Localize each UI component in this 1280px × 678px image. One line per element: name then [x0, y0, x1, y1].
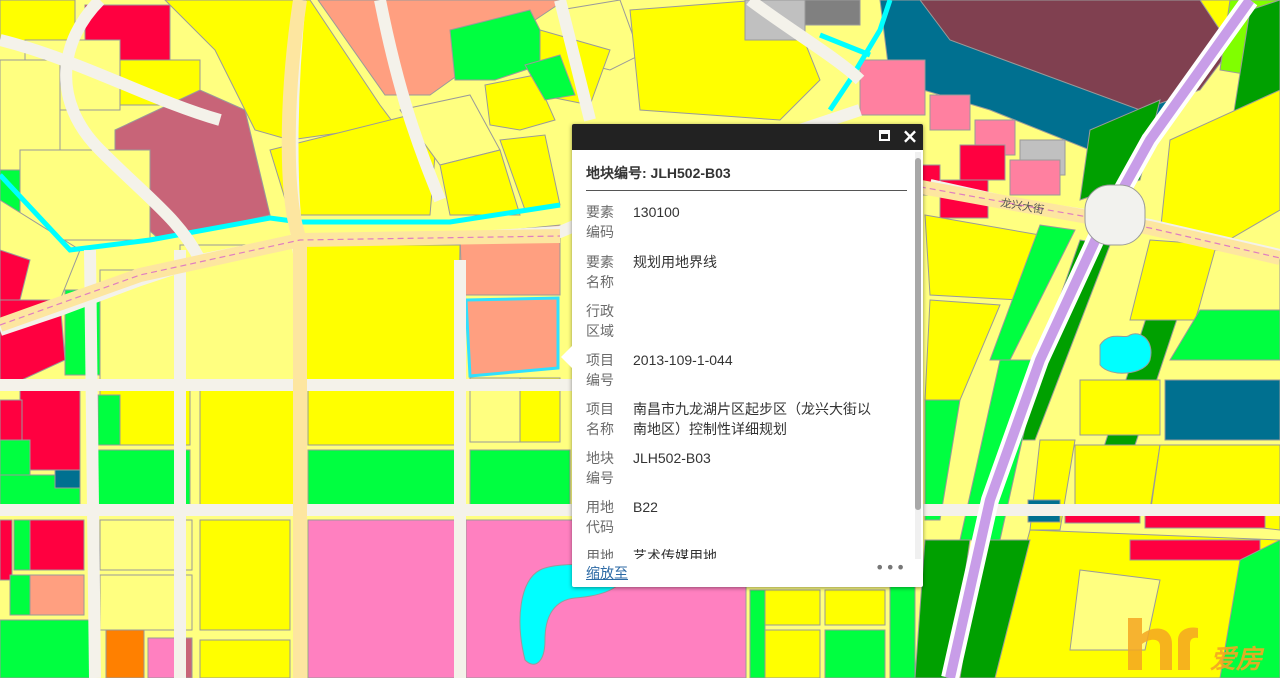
attribute-key: 要素名称 [586, 254, 614, 290]
popup-scrollbar[interactable] [915, 152, 921, 559]
popup-title: 地块编号: JLH502-B03 [586, 163, 907, 191]
attribute-value: B22 [633, 499, 658, 515]
close-icon[interactable]: × [900, 125, 920, 147]
attribute-value: 2013-109-1-044 [633, 352, 733, 368]
zoom-to-link[interactable]: 缩放至 [586, 563, 628, 583]
interchange [1084, 184, 1146, 246]
scrollbar-thumb[interactable] [915, 158, 921, 510]
maximize-icon[interactable] [879, 130, 890, 141]
popup-titlebar: × [572, 124, 923, 150]
attribute-value: 规划用地界线 [633, 254, 717, 270]
attribute-key: 项目名称 [586, 401, 614, 437]
attribute-key: 地块编号 [586, 450, 614, 486]
attribute-value: 南昌市九龙湖片区起步区（龙兴大街以南地区）控制性详细规划 [633, 401, 871, 437]
watermark-logo: 爱房 [1128, 618, 1265, 675]
selected-parcel[interactable] [464, 296, 560, 378]
attribute-key: 要素编码 [586, 204, 614, 240]
attribute-value: JLH502-B03 [633, 450, 711, 466]
attribute-key: 用地名称 [586, 548, 614, 559]
attribute-value: 艺术传媒用地 [633, 548, 717, 559]
attribute-key: 用地代码 [586, 499, 614, 535]
attribute-key: 项目编号 [586, 352, 614, 388]
popup-pointer [561, 346, 572, 368]
watermark-text: 爱房 [1210, 645, 1265, 675]
attribute-value: 130100 [633, 204, 680, 220]
attribute-table: 要素编码 130100 要素名称 规划用地界线 行政区域 项目编号 2013-1… [572, 196, 923, 559]
attribute-key: 行政区域 [586, 303, 614, 339]
info-popup: × 地块编号: JLH502-B03 要素编码 130100 要素名称 规划用地… [561, 124, 923, 587]
ellipsis-icon[interactable]: ••• [875, 560, 905, 578]
